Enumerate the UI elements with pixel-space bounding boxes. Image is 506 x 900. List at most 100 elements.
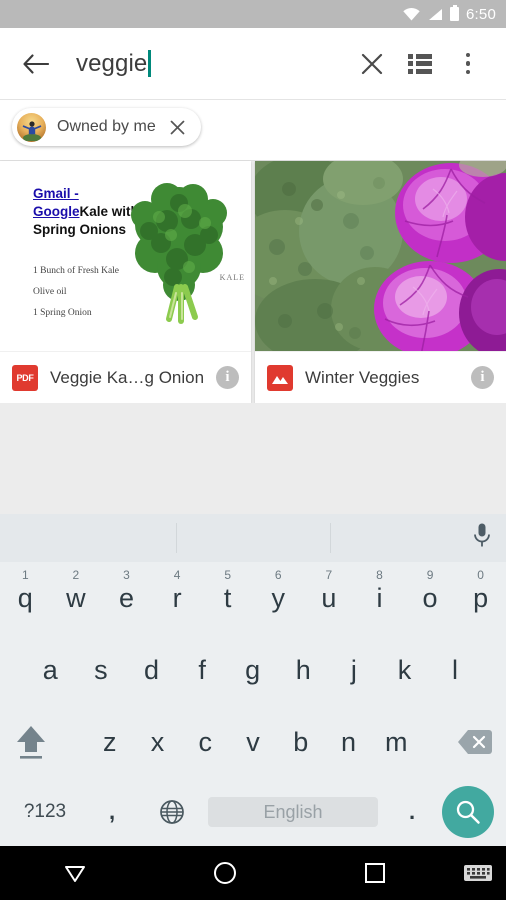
key-f[interactable]: f	[177, 634, 228, 706]
wifi-icon	[403, 7, 420, 21]
illustration-label: KALE	[219, 273, 245, 282]
search-icon	[456, 800, 480, 824]
symbols-key[interactable]: ?123	[8, 801, 82, 823]
key-x[interactable]: x	[134, 706, 182, 778]
key-letter: o	[422, 582, 438, 613]
nav-keyboard-button[interactable]	[450, 862, 506, 884]
suggestion-divider	[330, 523, 331, 553]
search-results-grid: Gmail - GoogleKale with Spring Onions 1 …	[0, 161, 506, 403]
comma-key[interactable]: ,	[82, 799, 142, 825]
key-letter: r	[172, 582, 182, 613]
key-c[interactable]: c	[181, 706, 229, 778]
key-num: 3	[123, 568, 130, 582]
key-v[interactable]: v	[229, 706, 277, 778]
key-d[interactable]: d	[126, 634, 177, 706]
key-num: 2	[72, 568, 80, 582]
nav-back-button[interactable]	[0, 860, 150, 886]
image-badge	[267, 364, 293, 391]
pdf-preview: Gmail - GoogleKale with Spring Onions 1 …	[0, 161, 251, 351]
keyboard-row-1: 1q 2w 3e 4r 5t 6y 7u 8i 9o 0p	[0, 562, 506, 634]
image-preview	[255, 161, 506, 351]
key-num: 0	[477, 568, 484, 582]
key-letter: w	[66, 582, 86, 613]
signal-icon	[427, 8, 443, 21]
key-y[interactable]: 6y	[253, 562, 304, 634]
key-n[interactable]: n	[325, 706, 373, 778]
key-a[interactable]: a	[25, 634, 76, 706]
keyboard-row-4: ?123 , English .	[0, 778, 506, 846]
key-l[interactable]: l	[430, 634, 481, 706]
key-k[interactable]: k	[379, 634, 430, 706]
shift-key[interactable]	[0, 706, 62, 778]
key-q[interactable]: 1q	[0, 562, 51, 634]
key-letter: u	[321, 582, 337, 613]
nav-home-button[interactable]	[150, 860, 300, 886]
info-icon[interactable]: i	[216, 366, 239, 389]
key-z[interactable]: z	[86, 706, 134, 778]
nav-back-down-icon	[65, 866, 85, 882]
remove-chip-button[interactable]	[167, 116, 189, 138]
key-letter: p	[473, 582, 489, 613]
key-num: 6	[274, 568, 282, 582]
key-r[interactable]: 4r	[152, 562, 203, 634]
back-arrow-icon[interactable]	[14, 42, 58, 86]
period-key[interactable]: .	[384, 799, 440, 825]
clear-search-button[interactable]	[348, 40, 396, 88]
backspace-key[interactable]	[444, 706, 506, 778]
key-num: 1	[21, 568, 29, 582]
key-b[interactable]: b	[277, 706, 325, 778]
pdf-badge-label: PDF	[16, 372, 34, 383]
space-key[interactable]: English	[208, 797, 378, 827]
key-i[interactable]: 8i	[354, 562, 405, 634]
shift-icon	[17, 726, 46, 759]
result-card-meta: Winter Veggies i	[255, 351, 506, 403]
pdf-source-link: Gmail - Google	[33, 186, 80, 219]
key-w[interactable]: 2w	[51, 562, 102, 634]
key-o[interactable]: 9o	[405, 562, 456, 634]
search-input[interactable]: veggie	[58, 50, 348, 78]
key-t[interactable]: 5t	[202, 562, 253, 634]
list-view-icon	[408, 53, 432, 74]
key-m[interactable]: m	[372, 706, 420, 778]
filter-chip-owned-by-me[interactable]: Owned by me	[12, 108, 201, 146]
battery-icon	[450, 5, 459, 21]
soft-keyboard: 1q 2w 3e 4r 5t 6y 7u 8i 9o 0p a s d f g …	[0, 514, 506, 846]
key-e[interactable]: 3e	[101, 562, 152, 634]
key-p[interactable]: 0p	[455, 562, 506, 634]
nav-recents-icon	[365, 863, 385, 883]
status-time: 6:50	[466, 5, 496, 23]
user-avatar	[17, 112, 46, 142]
results-empty-area	[0, 403, 506, 514]
overflow-menu-button[interactable]	[444, 40, 492, 88]
keyboard-row-2: a s d f g h j k l	[0, 634, 506, 706]
backspace-icon	[457, 730, 492, 754]
result-card-image[interactable]: Winter Veggies i	[255, 161, 506, 403]
key-u[interactable]: 7u	[304, 562, 355, 634]
navigation-bar	[0, 846, 506, 900]
key-num: 8	[376, 568, 383, 582]
language-globe-icon	[160, 800, 184, 824]
key-g[interactable]: g	[227, 634, 278, 706]
result-card-pdf[interactable]: Gmail - GoogleKale with Spring Onions 1 …	[0, 161, 251, 403]
info-icon[interactable]: i	[471, 366, 494, 389]
search-query-text: veggie	[76, 49, 148, 77]
text-cursor	[148, 50, 151, 77]
key-h[interactable]: h	[278, 634, 329, 706]
nav-recents-button[interactable]	[300, 861, 450, 885]
search-key[interactable]	[442, 786, 494, 838]
result-card-meta: PDF Veggie Ka…g Onions i	[0, 351, 251, 403]
nav-home-icon	[214, 862, 236, 884]
key-j[interactable]: j	[329, 634, 380, 706]
app-screen: 6:50 veggie Owned by me Gmail - GoogleKa…	[0, 0, 506, 900]
microphone-icon[interactable]	[472, 523, 492, 554]
filter-chip-label: Owned by me	[57, 118, 156, 135]
key-letter: q	[17, 582, 33, 613]
key-s[interactable]: s	[76, 634, 127, 706]
filter-chips-bar: Owned by me	[0, 100, 506, 161]
status-bar: 6:50	[0, 0, 506, 28]
kale-illustration	[125, 181, 237, 331]
suggestion-divider	[176, 523, 177, 553]
language-key[interactable]	[142, 799, 202, 825]
key-letter: y	[271, 582, 286, 613]
list-view-toggle-button[interactable]	[396, 40, 444, 88]
